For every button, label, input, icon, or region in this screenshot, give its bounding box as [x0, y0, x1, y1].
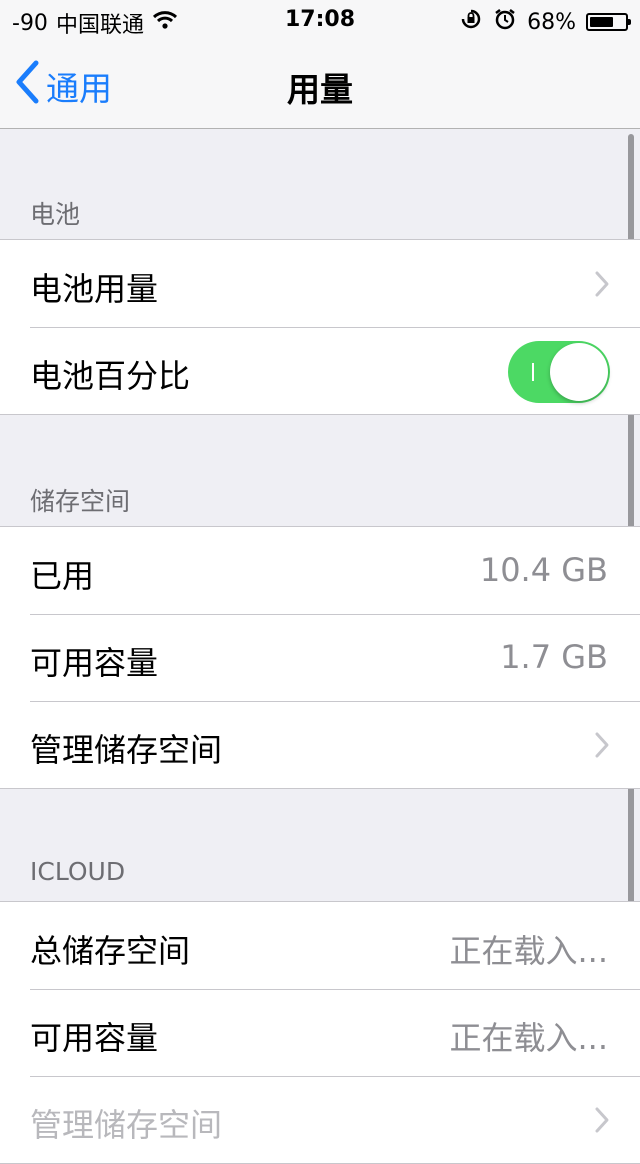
storage-used-label: 已用	[30, 557, 95, 595]
battery-icon	[586, 13, 631, 31]
chevron-right-icon	[594, 731, 610, 763]
storage-available-value: 1.7 GB	[500, 638, 608, 676]
storage-used-row: 已用 10.4 GB	[0, 527, 640, 614]
page-title: 用量	[287, 70, 353, 109]
icloud-manage-storage-label: 管理储存空间	[30, 1106, 223, 1144]
icloud-total-row: 总储存空间 正在载入...	[0, 902, 640, 989]
storage-available-row: 可用容量 1.7 GB	[0, 614, 640, 701]
navigation-bar: 通用 用量	[0, 40, 640, 129]
storage-used-value: 10.4 GB	[479, 551, 608, 589]
battery-level	[590, 17, 613, 27]
chevron-right-icon	[594, 270, 610, 302]
section-header-icloud: ICLOUD	[30, 857, 126, 886]
icloud-available-row: 可用容量 正在载入...	[0, 989, 640, 1076]
alarm-icon	[493, 7, 517, 37]
battery-group: 电池用量 电池百分比	[0, 239, 640, 415]
battery-percentage-toggle[interactable]	[508, 341, 610, 403]
battery-usage-label: 电池用量	[30, 270, 159, 308]
section-header-battery: 电池	[30, 200, 81, 229]
icloud-available-value: 正在载入...	[449, 1019, 608, 1057]
icloud-total-label: 总储存空间	[30, 932, 191, 970]
manage-storage-label: 管理储存空间	[30, 731, 223, 769]
battery-usage-row[interactable]: 电池用量	[0, 240, 640, 327]
status-right: 68%	[459, 7, 631, 37]
storage-available-label: 可用容量	[30, 644, 159, 682]
battery-percentage: 68%	[527, 9, 576, 35]
icloud-group: 总储存空间 正在载入... 可用容量 正在载入... 管理储存空间	[0, 901, 640, 1164]
chevron-right-icon	[594, 1106, 610, 1138]
manage-storage-row[interactable]: 管理储存空间	[0, 701, 640, 788]
toggle-knob	[550, 343, 608, 401]
rotation-lock-icon	[459, 7, 483, 37]
storage-group: 已用 10.4 GB 可用容量 1.7 GB 管理储存空间	[0, 526, 640, 789]
icloud-total-value: 正在载入...	[449, 932, 608, 970]
section-header-storage: 储存空间	[30, 487, 131, 516]
icloud-available-label: 可用容量	[30, 1019, 159, 1057]
battery-percentage-row: 电池百分比	[0, 327, 640, 414]
icloud-manage-storage-row[interactable]: 管理储存空间	[0, 1076, 640, 1163]
toggle-on-mark	[532, 363, 534, 381]
status-bar: -90 中国联通 17:08 68%	[0, 0, 640, 40]
battery-percentage-label: 电池百分比	[30, 357, 191, 395]
